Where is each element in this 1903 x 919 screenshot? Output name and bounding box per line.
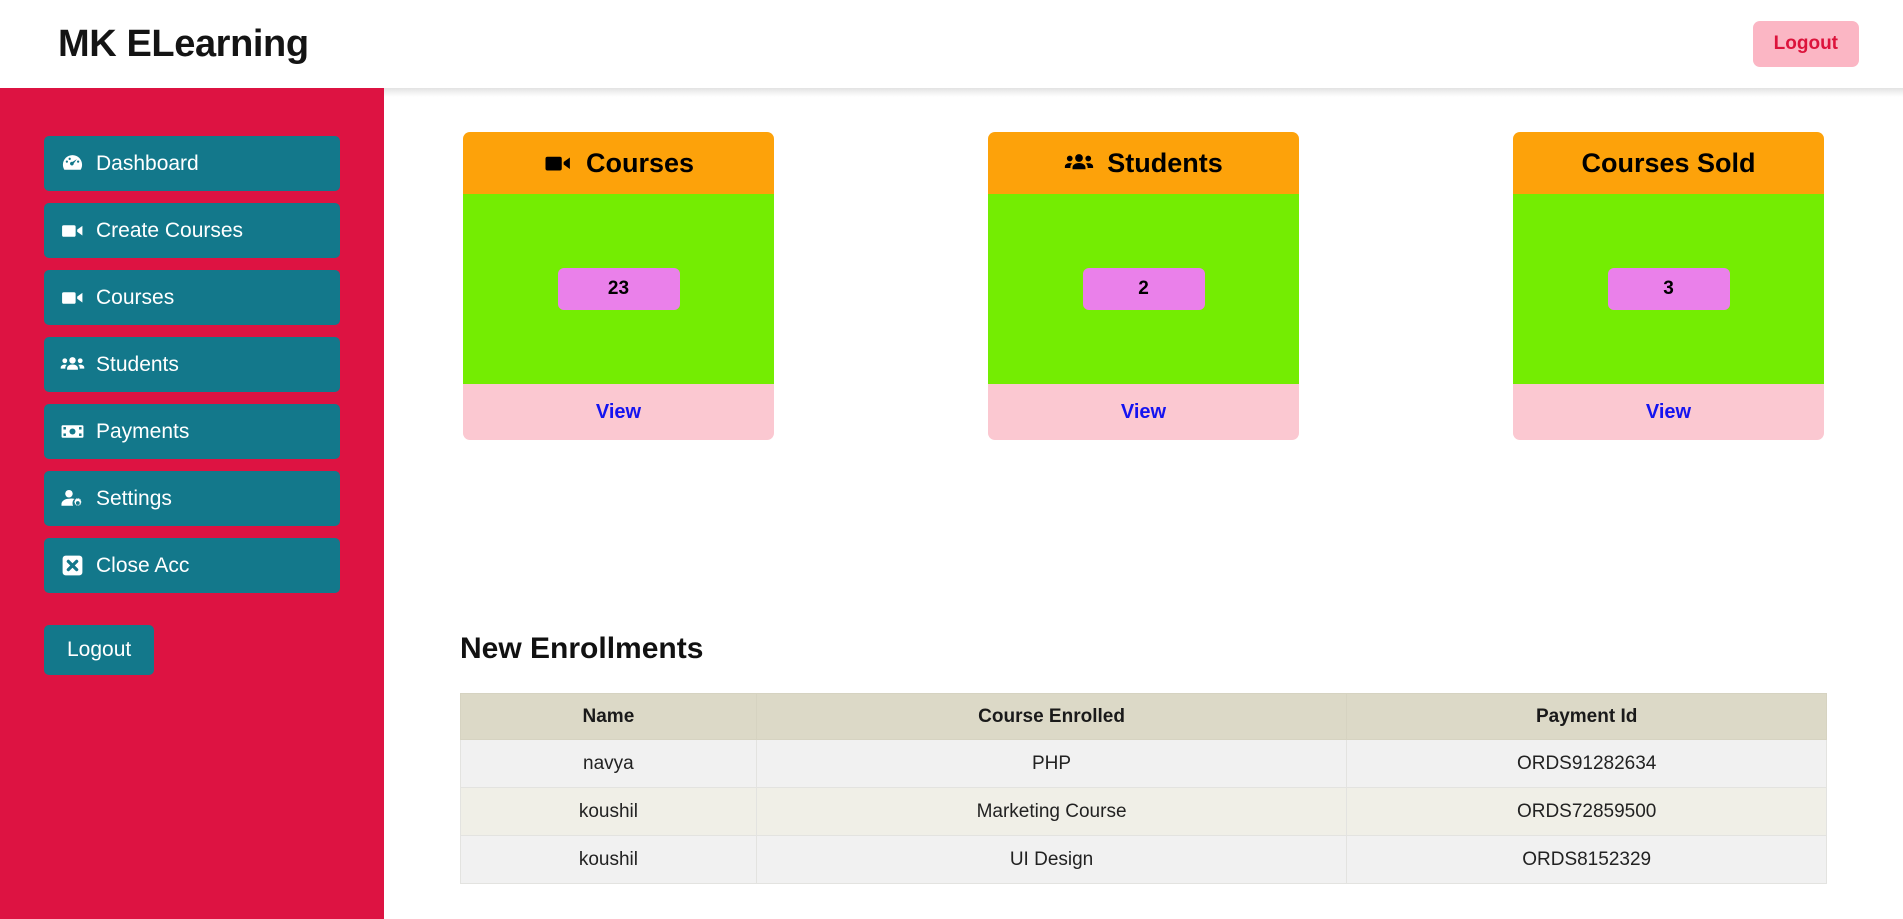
stat-card-view-link[interactable]: View bbox=[463, 384, 774, 440]
sidebar-item-label: Close Acc bbox=[96, 553, 190, 577]
new-enrollments-section: New Enrollments Name Course Enrolled Pay… bbox=[460, 632, 1827, 884]
cell-payment: ORDS8152329 bbox=[1346, 835, 1827, 884]
sidebar-item-label: Students bbox=[96, 352, 179, 376]
users-group-icon bbox=[60, 352, 85, 377]
sidebar-item-students[interactable]: Students bbox=[44, 337, 340, 392]
cell-course: PHP bbox=[755, 739, 1348, 788]
stat-card-title: Courses Sold bbox=[1581, 147, 1756, 178]
header-shadow-divider bbox=[384, 88, 1903, 97]
table-header-row: Name Course Enrolled Payment Id bbox=[460, 693, 1827, 740]
table-row: koushil UI Design ORDS8152329 bbox=[460, 835, 1827, 884]
sidebar-item-courses[interactable]: Courses bbox=[44, 270, 340, 325]
section-title: New Enrollments bbox=[460, 632, 704, 665]
sidebar-item-label: Dashboard bbox=[96, 151, 199, 175]
sidebar-item-create-courses[interactable]: Create Courses bbox=[44, 203, 340, 258]
user-gear-icon bbox=[60, 486, 85, 511]
sidebar-item-dashboard[interactable]: Dashboard bbox=[44, 136, 340, 191]
table-row: navya PHP ORDS91282634 bbox=[460, 739, 1827, 788]
column-header-course: Course Enrolled bbox=[755, 693, 1348, 740]
users-group-icon bbox=[1064, 148, 1094, 178]
logout-button-header[interactable]: Logout bbox=[1752, 21, 1859, 67]
sidebar-item-label: Create Courses bbox=[96, 218, 244, 242]
sidebar-item-close-acc[interactable]: Close Acc bbox=[44, 538, 340, 593]
sidebar-item-settings[interactable]: Settings bbox=[44, 471, 340, 526]
stat-card-value: 3 bbox=[1607, 268, 1730, 310]
stat-card-header: Students bbox=[988, 132, 1299, 194]
stat-card-value: 23 bbox=[557, 268, 680, 310]
cell-course: Marketing Course bbox=[755, 787, 1348, 836]
table-row: koushil Marketing Course ORDS72859500 bbox=[460, 787, 1827, 836]
stat-card-view-link[interactable]: View bbox=[988, 384, 1299, 440]
column-header-payment: Payment Id bbox=[1346, 693, 1827, 740]
stat-card-title: Students bbox=[1107, 147, 1223, 178]
video-camera-icon bbox=[543, 148, 573, 178]
cell-name: koushil bbox=[460, 787, 757, 836]
stat-card-body: 3 bbox=[1513, 194, 1824, 384]
top-header: MK ELearning Logout bbox=[0, 0, 1903, 88]
square-x-icon bbox=[60, 553, 85, 578]
app-brand-title: MK ELearning bbox=[58, 23, 309, 65]
sidebar-navigation: Dashboard Create Courses Courses Student… bbox=[0, 88, 384, 919]
video-camera-icon bbox=[60, 218, 85, 243]
stat-card-title: Courses bbox=[585, 147, 695, 178]
cell-name: navya bbox=[460, 739, 757, 788]
sidebar-item-label: Settings bbox=[96, 486, 172, 510]
tachometer-icon bbox=[60, 151, 85, 176]
stat-card-header: Courses Sold bbox=[1513, 132, 1824, 194]
sidebar-item-payments[interactable]: Payments bbox=[44, 404, 340, 459]
logout-button-sidebar[interactable]: Logout bbox=[44, 625, 155, 675]
cell-name: koushil bbox=[460, 835, 757, 884]
stat-card-courses: Courses 23 View bbox=[463, 132, 774, 440]
stat-card-view-link[interactable]: View bbox=[1513, 384, 1824, 440]
enrollments-table: Name Course Enrolled Payment Id navya PH… bbox=[460, 693, 1827, 884]
stat-card-header: Courses bbox=[463, 132, 774, 194]
stat-card-body: 23 bbox=[463, 194, 774, 384]
table-head: Name Course Enrolled Payment Id bbox=[460, 693, 1827, 740]
stat-cards-row: Courses 23 View Students 2 View Courses … bbox=[384, 132, 1903, 440]
table-body: navya PHP ORDS91282634 koushil Marketing… bbox=[460, 739, 1827, 884]
stat-card-value: 2 bbox=[1082, 268, 1205, 310]
sidebar-item-label: Payments bbox=[96, 419, 190, 443]
column-header-name: Name bbox=[460, 693, 757, 740]
stat-card-students: Students 2 View bbox=[988, 132, 1299, 440]
stat-card-courses-sold: Courses Sold 3 View bbox=[1513, 132, 1824, 440]
cell-payment: ORDS72859500 bbox=[1346, 787, 1827, 836]
money-bill-icon bbox=[60, 419, 85, 444]
video-camera-icon bbox=[60, 285, 85, 310]
main-content: Courses 23 View Students 2 View Courses … bbox=[384, 97, 1903, 919]
cell-payment: ORDS91282634 bbox=[1346, 739, 1827, 788]
cell-course: UI Design bbox=[755, 835, 1348, 884]
sidebar-item-label: Courses bbox=[96, 285, 175, 309]
stat-card-body: 2 bbox=[988, 194, 1299, 384]
